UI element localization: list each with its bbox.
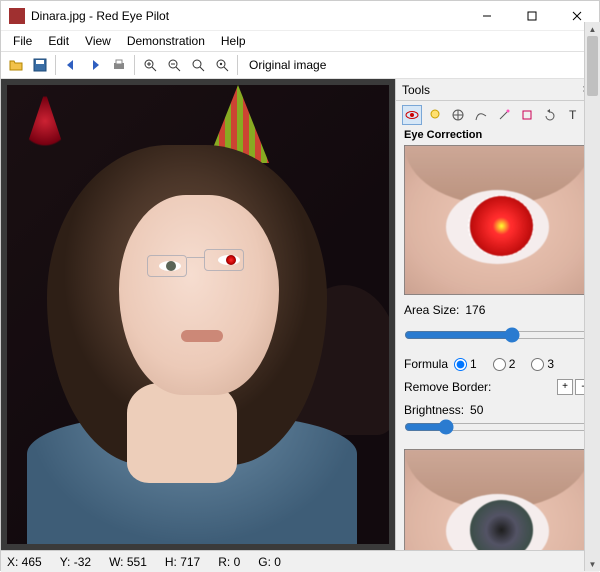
print-button[interactable]: [108, 54, 130, 76]
menu-edit[interactable]: Edit: [40, 32, 77, 50]
formula-option-1[interactable]: 1: [454, 357, 477, 371]
remove-border-label: Remove Border:: [404, 380, 491, 394]
open-button[interactable]: [5, 54, 27, 76]
area-size-label: Area Size:: [404, 303, 459, 317]
original-image-button[interactable]: Original image: [242, 55, 333, 75]
tools-panel-title: Tools: [402, 83, 430, 97]
tools-panel-header: Tools ×: [396, 79, 599, 101]
status-w: W: 551: [109, 555, 147, 569]
window-title: Dinara.jpg - Red Eye Pilot: [31, 9, 464, 23]
eye-correction-heading: Eye Correction: [404, 129, 591, 141]
menu-help[interactable]: Help: [213, 32, 254, 50]
eye-preview-before[interactable]: [404, 145, 591, 295]
formula-radios: 1 2 3: [454, 357, 560, 371]
tool-crop-icon[interactable]: [517, 105, 537, 125]
tool-wand-icon[interactable]: [494, 105, 514, 125]
menubar: File Edit View Demonstration Help: [1, 31, 599, 51]
workspace: Tools × T Eye Correction Area Size: 176: [1, 79, 599, 550]
status-x: X: 465: [7, 555, 42, 569]
formula-option-3[interactable]: 3: [531, 357, 554, 371]
tool-bulb-icon[interactable]: [425, 105, 445, 125]
minimize-button[interactable]: [464, 1, 509, 30]
titlebar: Dinara.jpg - Red Eye Pilot: [1, 1, 599, 31]
brightness-value: 50: [470, 403, 483, 417]
canvas-area: [1, 79, 395, 550]
status-y: Y: -32: [60, 555, 91, 569]
maximize-button[interactable]: [509, 1, 554, 30]
app-icon: [9, 8, 25, 24]
zoom-fit-button[interactable]: [187, 54, 209, 76]
scroll-down-icon[interactable]: ▼: [585, 557, 600, 571]
tool-rotate-icon[interactable]: [540, 105, 560, 125]
image-canvas[interactable]: [7, 85, 389, 544]
separator: [55, 55, 56, 75]
tools-panel: Tools × T Eye Correction Area Size: 176: [395, 79, 599, 550]
separator: [237, 55, 238, 75]
menu-view[interactable]: View: [77, 32, 119, 50]
forward-button[interactable]: [84, 54, 106, 76]
svg-text:T: T: [569, 108, 577, 122]
tool-text-icon[interactable]: T: [563, 105, 583, 125]
toolbar: Original image: [1, 51, 599, 79]
zoom-actual-button[interactable]: [211, 54, 233, 76]
menu-file[interactable]: File: [5, 32, 40, 50]
area-size-value: 176: [465, 303, 485, 317]
save-button[interactable]: [29, 54, 51, 76]
tool-globe-icon[interactable]: [448, 105, 468, 125]
remove-border-plus[interactable]: +: [557, 379, 573, 395]
status-r: R: 0: [218, 555, 240, 569]
tools-panel-body: Eye Correction Area Size: 176 Formula 1 …: [396, 127, 599, 550]
brightness-slider[interactable]: [404, 419, 591, 435]
menu-demonstration[interactable]: Demonstration: [119, 32, 213, 50]
tool-eye-icon[interactable]: [402, 105, 422, 125]
tools-tabs: T: [396, 101, 599, 127]
eye-preview-after[interactable]: [404, 449, 591, 550]
scroll-up-icon[interactable]: ▲: [585, 22, 600, 36]
separator: [134, 55, 135, 75]
panel-scrollbar[interactable]: ▲ ▼: [584, 22, 600, 571]
remove-border-row: Remove Border: + -: [404, 379, 591, 395]
status-g: G: 0: [258, 555, 281, 569]
zoom-out-button[interactable]: [163, 54, 185, 76]
brightness-label: Brightness:: [404, 403, 464, 417]
brightness-row: Brightness: 50: [404, 403, 591, 417]
scroll-thumb[interactable]: [587, 36, 598, 96]
formula-label: Formula: [404, 357, 448, 371]
area-size-slider[interactable]: [404, 327, 591, 343]
back-button[interactable]: [60, 54, 82, 76]
zoom-in-button[interactable]: [139, 54, 161, 76]
statusbar: X: 465 Y: -32 W: 551 H: 717 R: 0 G: 0: [1, 550, 599, 572]
area-size-row: Area Size: 176: [404, 303, 591, 317]
tool-curve-icon[interactable]: [471, 105, 491, 125]
formula-row: Formula 1 2 3: [404, 357, 591, 371]
formula-option-2[interactable]: 2: [493, 357, 516, 371]
status-h: H: 717: [165, 555, 200, 569]
